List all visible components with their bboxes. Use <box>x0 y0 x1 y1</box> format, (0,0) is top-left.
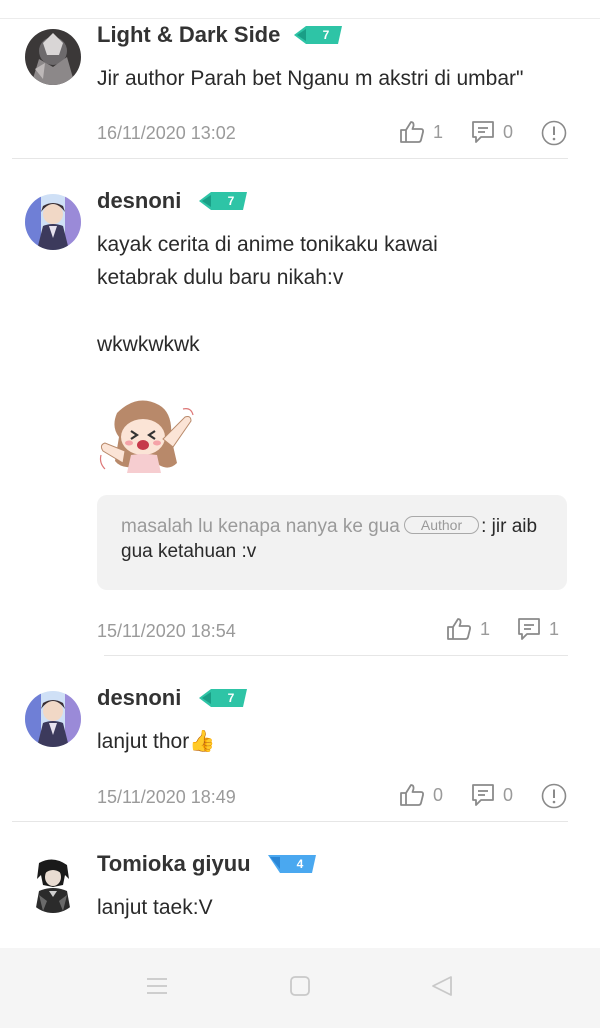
back-button[interactable] <box>430 974 454 1003</box>
recent-apps-button[interactable] <box>145 974 169 1003</box>
comment-icon <box>472 121 494 143</box>
thumbs-up-icon <box>447 618 471 640</box>
comment-text-content: lanjut thor <box>97 730 190 753</box>
back-triangle-icon <box>432 976 452 996</box>
comment-icon <box>472 784 494 806</box>
divider <box>104 655 568 656</box>
home-button[interactable] <box>288 974 312 1003</box>
reply-line: gua ketahuan :v <box>121 541 257 562</box>
comment-icon <box>518 618 540 640</box>
comment-text: Jir author Parah bet Nganu m akstri di u… <box>97 67 524 90</box>
system-navigation-bar <box>0 948 600 1028</box>
report-button[interactable] <box>541 783 567 809</box>
report-icon <box>541 120 567 146</box>
like-count: 1 <box>480 618 491 639</box>
comment-text-line: kayak cerita di anime tonikaku kawai <box>97 233 438 256</box>
level-badge: 7 <box>199 689 247 707</box>
comment-text-line: wkwkwkwk <box>97 333 200 356</box>
thumbs-up-icon <box>400 121 424 143</box>
reply-count: 0 <box>503 784 514 805</box>
reply-text: masalah lu kenapa nanya ke gua <box>121 516 400 537</box>
level-badge: 7 <box>294 26 342 44</box>
like-button[interactable]: 1 <box>399 120 443 144</box>
divider <box>12 158 568 159</box>
username[interactable]: desnoni <box>97 685 181 711</box>
username[interactable]: desnoni <box>97 188 181 214</box>
comment-text: lanjut taek:V <box>97 896 213 919</box>
reply-count: 1 <box>549 618 560 639</box>
reply-line: masalah lu kenapa nanya ke gua Author: ji… <box>121 516 537 538</box>
top-divider <box>0 18 600 19</box>
like-button[interactable]: 0 <box>399 783 443 807</box>
avatar[interactable] <box>25 691 81 747</box>
reply-box[interactable]: masalah lu kenapa nanya ke gua Author: ji… <box>97 495 567 590</box>
comment-text: lanjut thor👍 <box>97 730 215 754</box>
report-icon <box>541 783 567 809</box>
level-badge: 4 <box>268 855 316 873</box>
sticker-image <box>97 393 197 473</box>
divider <box>12 821 568 822</box>
level-badge: 7 <box>199 192 247 210</box>
reply-text: : jir aib <box>481 516 538 537</box>
reply-button[interactable]: 0 <box>471 120 513 144</box>
like-button[interactable]: 1 <box>446 617 490 641</box>
avatar[interactable] <box>25 29 81 85</box>
timestamp: 16/11/2020 13:02 <box>97 123 236 143</box>
like-count: 0 <box>433 784 444 805</box>
square-icon <box>290 976 310 996</box>
avatar[interactable] <box>25 857 81 913</box>
comment-text-line: ketabrak dulu baru nikah:v <box>97 266 344 289</box>
timestamp: 15/11/2020 18:49 <box>97 787 236 807</box>
reply-button[interactable]: 1 <box>517 617 559 641</box>
menu-icon <box>147 978 167 994</box>
author-tag: Author <box>403 516 480 534</box>
username[interactable]: Tomioka giyuu <box>97 851 251 877</box>
report-button[interactable] <box>541 120 567 146</box>
thumbs-up-emoji: 👍 <box>189 730 216 753</box>
reply-count: 0 <box>503 121 514 142</box>
like-count: 1 <box>433 121 444 142</box>
reply-button[interactable]: 0 <box>471 783 513 807</box>
thumbs-up-icon <box>400 784 424 806</box>
timestamp: 15/11/2020 18:54 <box>97 621 236 641</box>
username[interactable]: Light & Dark Side <box>97 22 280 48</box>
avatar[interactable] <box>25 194 81 250</box>
